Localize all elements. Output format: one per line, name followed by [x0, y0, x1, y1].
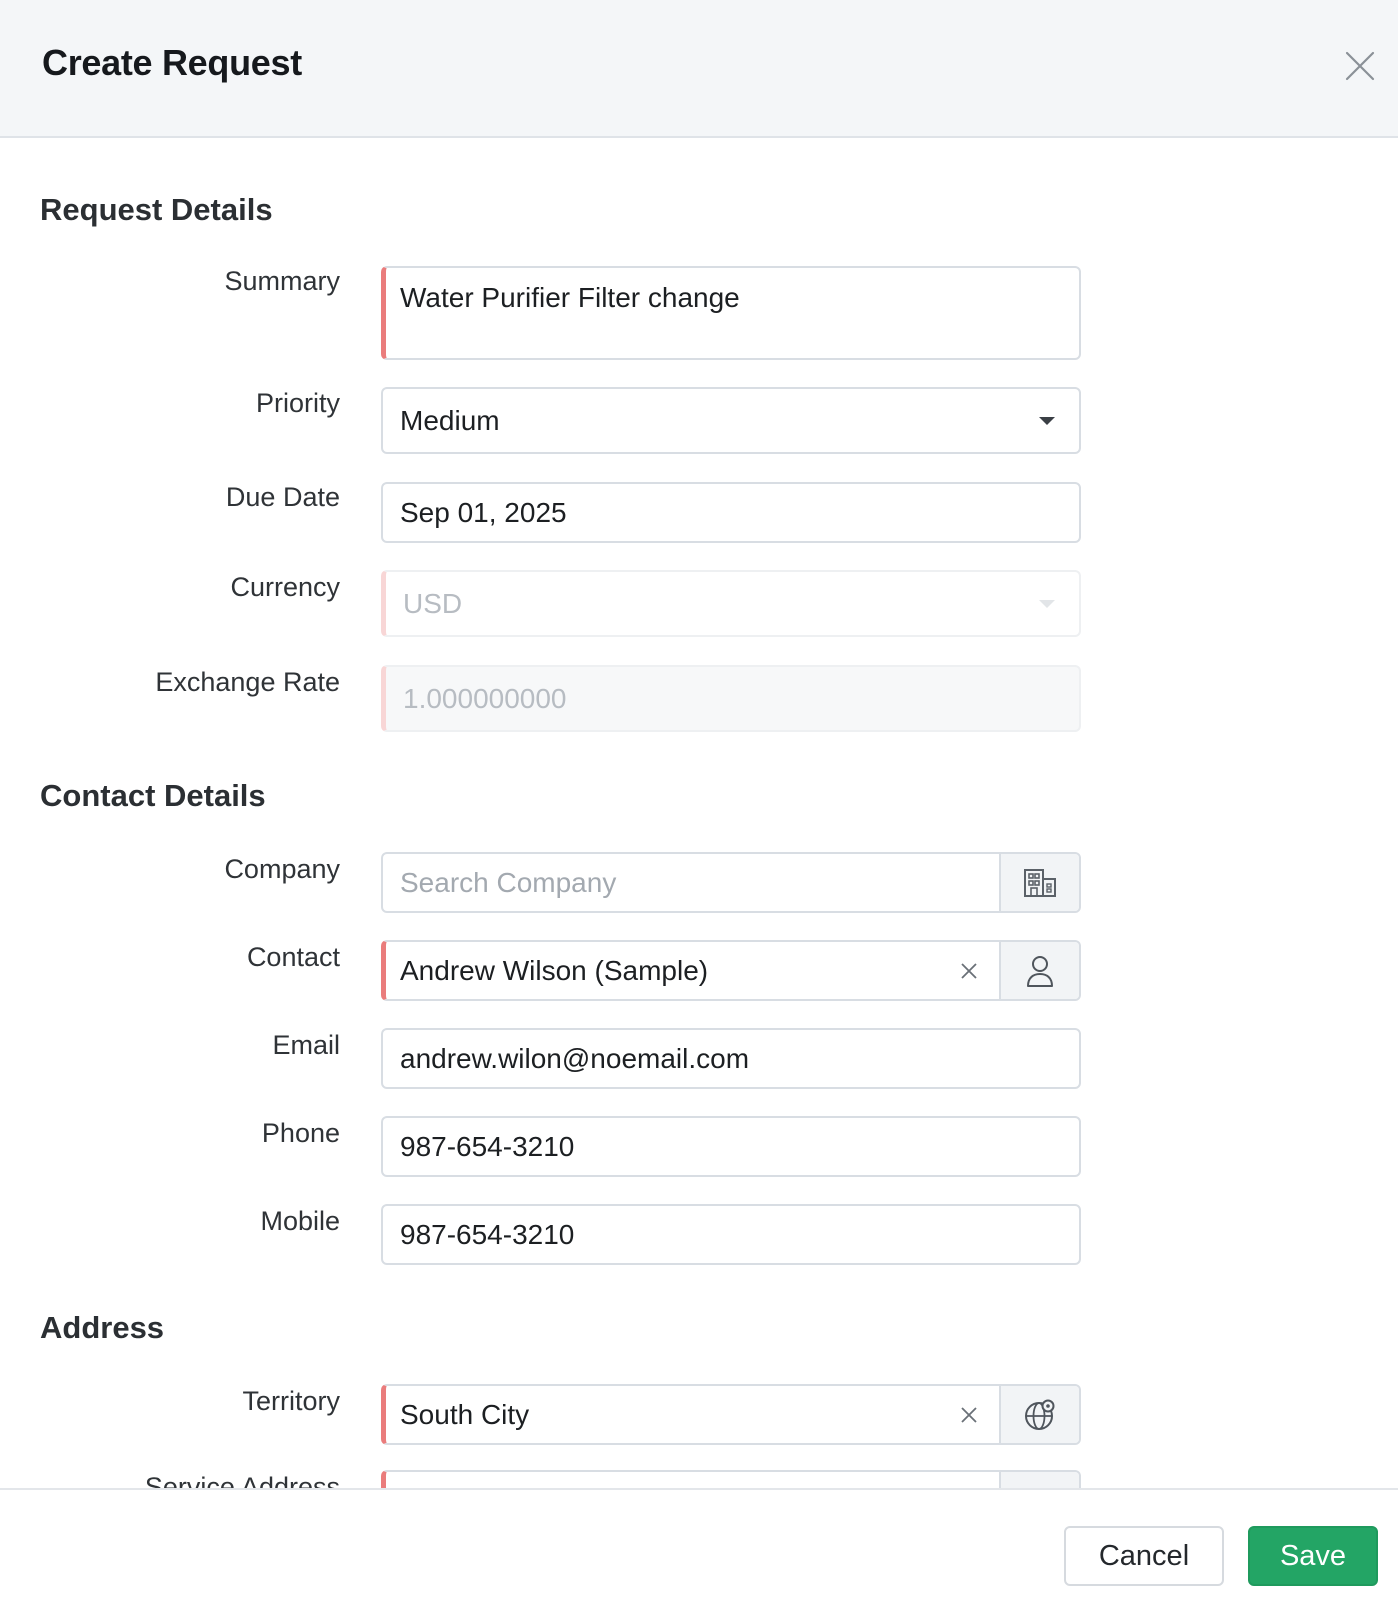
- summary-field[interactable]: Water Purifier Filter change: [381, 266, 1081, 360]
- mobile-label: Mobile: [260, 1206, 340, 1236]
- section-title-address: Address: [40, 1310, 165, 1345]
- priority-select[interactable]: Medium: [381, 387, 1081, 454]
- email-label: Email: [272, 1030, 340, 1060]
- company-placeholder: Search Company: [400, 866, 617, 898]
- service-address-lookup-button[interactable]: [999, 1472, 1079, 1488]
- email-field[interactable]: andrew.wilon@noemail.com: [381, 1028, 1081, 1089]
- contact-lookup-button[interactable]: [999, 942, 1079, 999]
- dialog-title: Create Request: [42, 42, 302, 83]
- dialog-body: Request Details Summary Water Purifier F…: [0, 140, 1398, 1488]
- priority-label: Priority: [255, 388, 340, 418]
- phone-label: Phone: [261, 1118, 340, 1148]
- company-search-field[interactable]: Search Company: [381, 852, 1081, 913]
- section-title-request-details: Request Details: [40, 192, 273, 227]
- contact-field[interactable]: Andrew Wilson (Sample): [381, 940, 1081, 1001]
- due-date-value: Sep 01, 2025: [400, 496, 567, 528]
- save-button[interactable]: Save: [1248, 1526, 1378, 1586]
- building-icon: [1024, 868, 1056, 897]
- priority-value: Medium: [400, 404, 500, 436]
- territory-field[interactable]: South City: [381, 1384, 1081, 1445]
- territory-value: South City: [400, 1398, 530, 1430]
- dialog-footer: Cancel Save: [0, 1488, 1398, 1606]
- due-date-label: Due Date: [225, 482, 340, 512]
- currency-label: Currency: [230, 572, 340, 602]
- currency-value: USD: [403, 587, 463, 619]
- mobile-value: 987-654-3210: [400, 1218, 575, 1250]
- clear-icon[interactable]: [959, 961, 979, 981]
- due-date-field[interactable]: Sep 01, 2025: [381, 482, 1081, 543]
- phone-value: 987-654-3210: [400, 1130, 575, 1162]
- phone-field[interactable]: 987-654-3210: [381, 1116, 1081, 1177]
- chevron-down-icon: [1039, 416, 1055, 425]
- clear-icon[interactable]: [959, 1405, 979, 1425]
- dialog-header: Create Request: [0, 0, 1398, 138]
- globe-pin-icon: [1025, 1399, 1055, 1430]
- mobile-field[interactable]: 987-654-3210: [381, 1204, 1081, 1265]
- chevron-down-icon: [1039, 599, 1055, 608]
- summary-label: Summary: [224, 266, 340, 296]
- company-lookup-button[interactable]: [999, 854, 1079, 911]
- summary-value: Water Purifier Filter change: [400, 282, 740, 313]
- company-label: Company: [224, 854, 340, 884]
- email-value: andrew.wilon@noemail.com: [400, 1042, 750, 1074]
- exchange-rate-value: 1.000000000: [403, 682, 567, 714]
- contact-label: Contact: [246, 942, 340, 972]
- cancel-button[interactable]: Cancel: [1064, 1526, 1224, 1586]
- section-title-contact-details: Contact Details: [40, 778, 266, 813]
- service-address-field[interactable]: [381, 1470, 1081, 1488]
- territory-label: Territory: [242, 1386, 340, 1416]
- contact-value: Andrew Wilson (Sample): [400, 954, 709, 986]
- exchange-rate-label: Exchange Rate: [155, 667, 340, 697]
- service-address-label: Service Address: [144, 1472, 340, 1488]
- close-icon[interactable]: [1342, 48, 1378, 84]
- currency-select: USD: [381, 570, 1081, 637]
- user-icon: [1027, 955, 1053, 987]
- territory-lookup-button[interactable]: [999, 1386, 1079, 1443]
- exchange-rate-field: 1.000000000: [381, 665, 1081, 732]
